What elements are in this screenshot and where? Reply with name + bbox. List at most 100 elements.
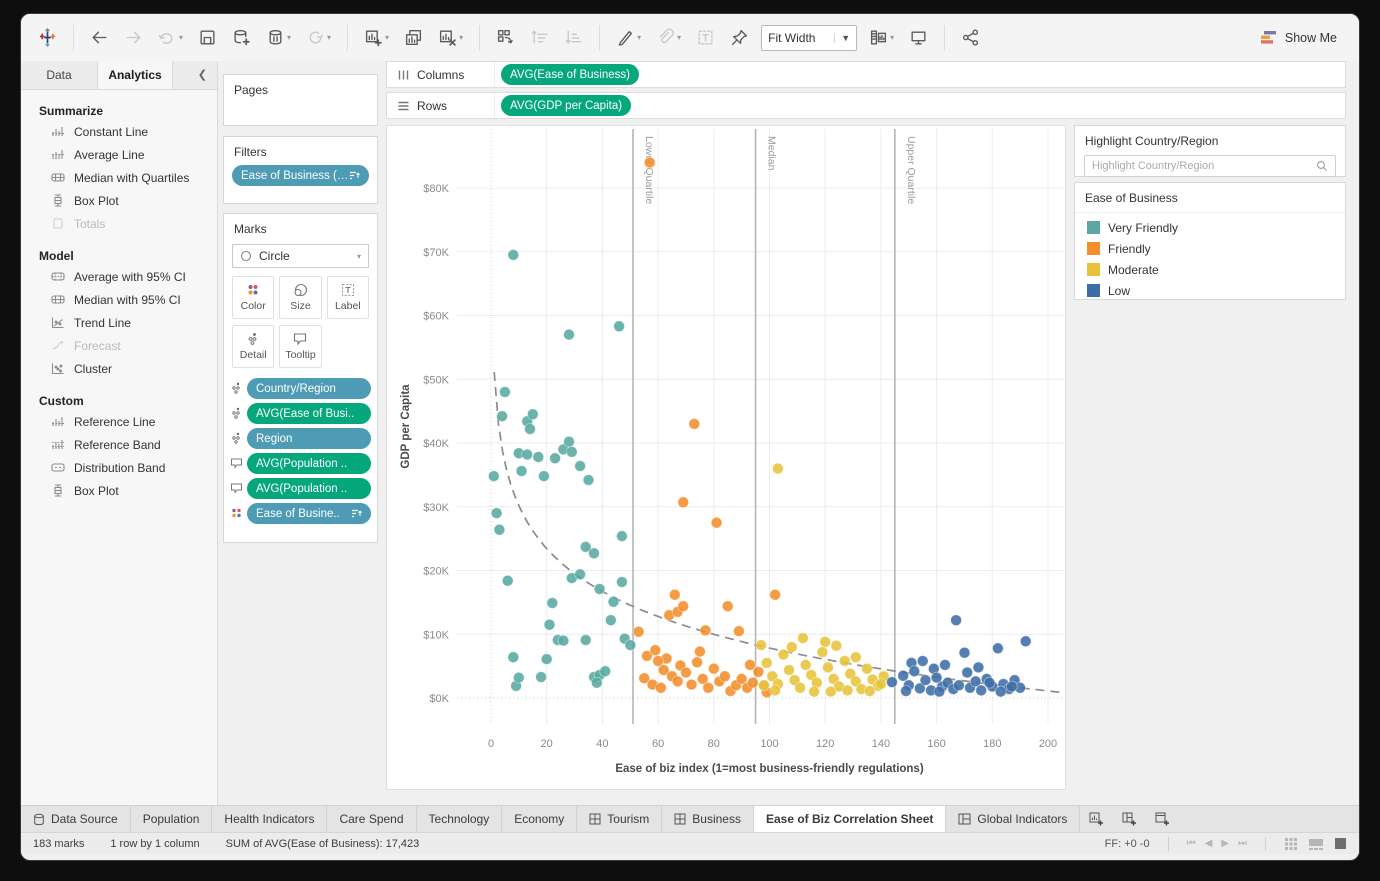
scatter-point[interactable] [490,507,503,519]
scatter-point[interactable] [694,645,706,658]
scatter-point[interactable] [950,614,962,627]
scatter-point[interactable] [688,418,701,430]
tab-technology[interactable]: Technology [417,806,503,832]
scatter-point[interactable] [758,679,770,692]
analytics-item-trend-line[interactable]: Trend Line [21,311,217,334]
analytics-item-reference-band[interactable]: Reference Band [21,433,217,456]
scatter-point[interactable] [668,588,681,601]
columns-shelf[interactable]: Columns AVG(Ease of Business) [386,61,1346,88]
scatter-point[interactable] [685,678,698,691]
new-worksheet-tab-button[interactable] [1080,806,1113,832]
scatter-point[interactable] [574,568,586,581]
scatter-point[interactable] [535,671,547,683]
scatter-point[interactable] [643,156,656,169]
scatter-point[interactable] [501,574,514,587]
presentation-mode-button[interactable] [906,25,931,50]
scatter-point[interactable] [1005,680,1018,693]
scatter-point[interactable] [719,670,731,683]
scatter-point[interactable] [819,636,832,648]
scatter-point[interactable] [593,583,606,595]
scatter-point[interactable] [755,639,767,651]
next-icon[interactable]: ▶ [1221,838,1229,849]
scatter-point[interactable] [760,657,773,669]
analytics-item-average-ci[interactable]: Average with 95% CI [21,265,217,288]
scatter-point[interactable] [524,423,536,435]
scatter-point[interactable] [540,653,553,665]
scatter-point[interactable] [919,674,932,686]
scatter-point[interactable] [886,676,898,688]
legend-item-very-friendly[interactable]: Very Friendly [1075,217,1345,238]
scatter-point[interactable] [975,684,987,697]
scatter-point[interactable] [863,685,876,697]
search-icon[interactable] [1316,160,1328,172]
label-button[interactable]: Label [326,276,369,319]
scatter-point[interactable] [538,470,550,482]
scatter-point[interactable] [710,516,723,529]
scatter-point[interactable] [616,576,628,588]
analytics-item-median-ci[interactable]: Median with 95% CI [21,288,217,311]
scatter-point[interactable] [588,547,600,560]
scatter-point[interactable] [797,632,809,644]
highlight-search-input[interactable] [1092,160,1316,172]
scatter-point[interactable] [671,675,684,688]
show-hide-cards-button[interactable]: ▾ [866,25,897,50]
scatter-point[interactable] [953,679,965,692]
scatter-point[interactable] [677,496,690,509]
scatter-point[interactable] [900,685,912,697]
marks-pill-ease-of-business-color[interactable]: Ease of Busine.. [247,503,371,524]
swap-rows-columns-button[interactable] [493,25,518,50]
scatter-point[interactable] [532,451,545,463]
scatter-point[interactable] [783,664,795,676]
legend-item-friendly[interactable]: Friendly [1075,238,1345,259]
scatter-point[interactable] [939,659,951,671]
scatter-point[interactable] [822,661,834,674]
analytics-item-median-quartiles[interactable]: Median with Quartiles [21,166,217,189]
new-datasource-button[interactable] [229,25,254,50]
scatter-point[interactable] [557,634,570,647]
scatter-point[interactable] [613,320,625,333]
scatter-point[interactable] [824,685,837,698]
save-button[interactable] [195,25,220,50]
sort-descending-button[interactable] [561,25,586,50]
scatter-point[interactable] [933,685,946,698]
scatter-point[interactable] [1019,635,1032,648]
marks-pill-avg-ease[interactable]: AVG(Ease of Busi.. [247,403,371,424]
columns-pill-avg-ease-of-business[interactable]: AVG(Ease of Business) [501,64,639,85]
legend-item-low[interactable]: Low [1075,280,1345,301]
scatter-point[interactable] [677,600,690,613]
scatter-point[interactable] [632,625,645,638]
pause-updates-button[interactable]: ▾ [263,25,294,50]
scatter-point[interactable] [699,624,712,637]
scatter-point[interactable] [769,588,781,601]
scatter-point[interactable] [546,597,559,609]
scatter-point[interactable] [527,408,539,421]
tab-data[interactable]: Data [21,61,97,89]
scatter-point[interactable] [616,530,628,542]
scatter-point[interactable] [515,465,528,477]
scatter-point[interactable] [785,641,798,653]
tab-economy[interactable]: Economy [502,806,578,832]
analytics-item-average-line[interactable]: Average Line [21,143,217,166]
scatter-point[interactable] [591,676,603,689]
scatter-point[interactable] [769,684,781,697]
scatter-point[interactable] [772,462,784,475]
scatter-point[interactable] [507,249,520,261]
collapse-pane-icon[interactable]: ❮ [188,61,217,89]
scatter-point[interactable] [507,651,520,663]
scatter-point[interactable] [624,639,637,651]
new-worksheet-button[interactable]: ▾ [361,25,392,50]
trend-line[interactable] [493,371,1063,694]
scatter-point[interactable] [702,681,715,694]
text-label-button[interactable] [693,25,718,50]
scatter-point[interactable] [908,665,921,677]
scatter-point[interactable] [599,665,612,677]
tab-global-indicators[interactable]: Global Indicators [946,806,1081,832]
scatter-point[interactable] [605,614,617,627]
size-button[interactable]: Size [279,276,322,319]
tab-care-spend[interactable]: Care Spend [327,806,417,832]
scatter-point[interactable] [574,460,586,472]
scatter-point[interactable] [897,669,910,682]
scatter-point[interactable] [655,681,667,694]
filter-pill[interactable]: Ease of Business (cl.. [232,165,369,186]
scatter-point[interactable] [680,666,692,679]
